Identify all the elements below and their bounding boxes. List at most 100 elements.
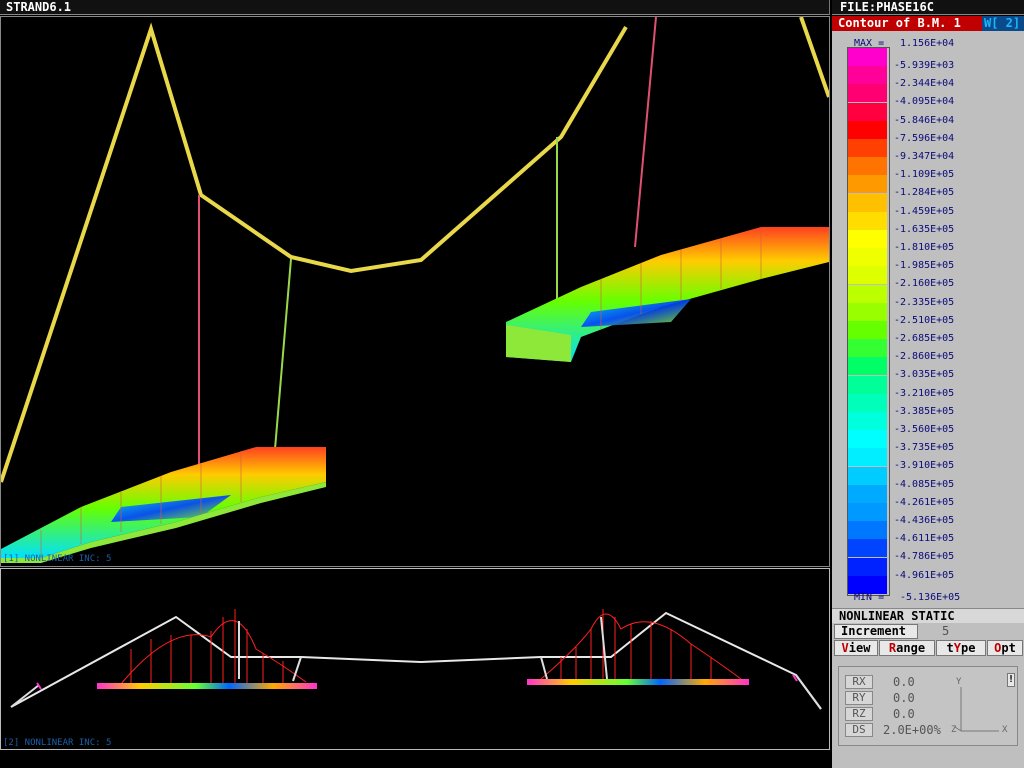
axis-z-label: Z [951,725,957,735]
legend-swatch [848,120,887,139]
legend-swatch [848,375,887,394]
rx-value: 0.0 [893,675,915,689]
legend-value: -4.786E+05 [894,551,955,563]
legend-value: -2.344E+04 [894,78,955,90]
main-cable-right [799,16,831,98]
app-title-bar: STRAND6.1 [0,0,830,15]
legend-value: -4.961E+05 [894,569,955,581]
elev-tower-right [795,674,822,710]
increment-button[interactable]: Increment [834,624,918,639]
legend-value: -3.735E+05 [894,442,955,454]
legend-swatch [848,157,887,176]
legend-value: -1.635E+05 [894,223,955,235]
legend-value: -1.109E+05 [894,169,955,181]
legend-min-value: -5.136E+05 [900,592,961,603]
legend-swatch [848,557,887,576]
legend-swatch [848,339,887,358]
menu-bar: View Range tYpe Opt [832,640,1024,656]
legend-swatch [848,193,887,212]
legend-value: -2.685E+05 [894,333,955,344]
main-cable-left [0,22,628,483]
legend-value: -3.560E+05 [894,424,955,435]
elev-tower-left [10,684,40,708]
elev-deck-right [527,679,749,685]
increment-value: 5 [942,624,950,638]
menu-range-button[interactable]: Range [879,640,935,656]
file-name: FILE:PHASE16C [840,0,934,14]
legend-value: -4.095E+04 [894,96,955,108]
legend-value: -4.085E+05 [894,478,955,490]
axis-x-label: X [1002,725,1008,735]
menu-opt-button[interactable]: Opt [987,640,1023,656]
legend-value: -3.385E+05 [894,405,955,417]
elev-deck-left [97,683,317,689]
menu-view-button[interactable]: View [834,640,878,656]
ds-button[interactable]: DS [845,723,873,737]
legend-swatch [848,230,887,248]
axis-y-label: Y [956,677,962,687]
ds-value: 2.0E+00% [883,723,941,737]
legend-value: -4.611E+05 [894,533,955,545]
legend-value: -5.939E+03 [894,60,955,71]
legend-value: -2.160E+05 [894,278,955,290]
legend-swatch [848,102,887,121]
legend-value: -1.985E+05 [894,260,955,272]
legend-swatch [848,84,887,103]
viewport-elevation[interactable]: [2] NONLINEAR INC: 5 [0,568,830,750]
legend-swatch [848,430,887,449]
legend-swatch [848,284,887,303]
legend-value: -3.035E+05 [894,369,955,381]
legend-swatch [848,412,887,430]
legend-value: -5.846E+04 [894,114,955,126]
legend-swatch [848,175,887,194]
legend-swatch [848,248,887,267]
legend-value: -1.810E+05 [894,242,955,253]
legend-value: -4.436E+05 [894,515,955,526]
legend-swatch [848,302,887,321]
legend-swatch [848,321,887,339]
legend-value: -2.335E+05 [894,296,955,308]
rotation-info-button[interactable]: ! [1007,673,1015,687]
legend-swatch [848,211,887,230]
rotation-panel: RX 0.0 RY 0.0 RZ 0.0 DS 2.0E+00% Y Z X ! [838,666,1018,746]
legend-swatch [848,266,887,285]
legend-swatch [848,466,887,485]
file-title-bar: FILE:PHASE16C [832,0,1024,15]
contour-title: Contour of B.M. 1 [832,16,982,31]
legend-swatch [848,357,887,376]
increment-row: Increment 5 [832,624,1024,639]
legend-swatch [848,484,887,503]
legend-value: -2.860E+05 [894,351,955,363]
hanger [274,258,292,450]
rx-button[interactable]: RX [845,675,873,689]
elev-cable-left [10,611,822,710]
elev-hanger-group-left [120,609,307,685]
legend-value: -3.210E+05 [894,387,955,399]
ry-value: 0.0 [893,691,915,705]
legend-value: -9.347E+04 [894,151,955,162]
elev-hanger-group-right [540,609,742,681]
legend-min-label: MIN = [854,592,885,603]
analysis-type: NONLINEAR STATIC [832,608,1024,623]
app-title: STRAND6.1 [6,0,72,14]
legend-value: -7.596E+04 [894,132,955,144]
viewport-3d[interactable]: [1] NONLINEAR INC: 5 [0,16,831,567]
menu-type-button[interactable]: tYpe [936,640,986,656]
legend-value: -2.510E+05 [894,314,955,326]
legend-value: -4.261E+05 [894,496,955,508]
window-tag[interactable]: W[ 2] [982,16,1024,31]
legend-value: -1.459E+05 [894,205,955,217]
contour-panel: Contour of B.M. 1 W[ 2] MAX = 1.156E+04 … [832,16,1024,768]
legend-value: -3.910E+05 [894,460,955,472]
hanger [634,16,657,248]
viewport-label-elevation: [2] NONLINEAR INC: 5 [3,738,112,748]
legend-swatch [848,48,887,66]
legend-swatch [848,66,887,85]
legend-swatch [848,503,887,521]
rz-button[interactable]: RZ [845,707,873,721]
rz-value: 0.0 [893,707,915,721]
legend-value: -1.284E+05 [894,187,955,199]
legend-max-value: 1.156E+04 [900,38,955,49]
legend-swatch [848,539,887,558]
ry-button[interactable]: RY [845,691,873,705]
